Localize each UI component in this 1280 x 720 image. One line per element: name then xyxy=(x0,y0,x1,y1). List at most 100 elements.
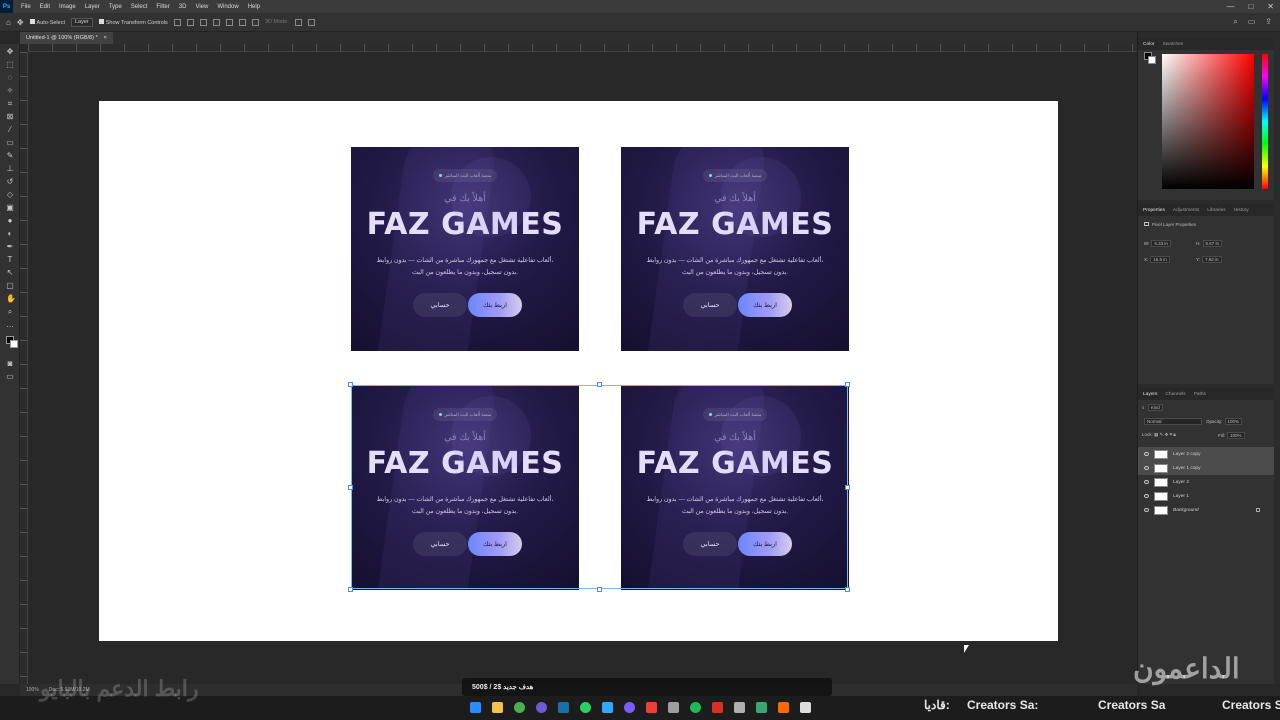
menu-edit[interactable]: Edit xyxy=(40,4,50,10)
y-value[interactable]: 7.92 in xyxy=(1202,256,1222,263)
lock-icons[interactable]: ▦ ✎ ✥ ⌗ 🔒︎ xyxy=(1154,432,1176,437)
transform-handle-bottom-center[interactable] xyxy=(597,587,602,592)
close-tab-icon[interactable]: × xyxy=(104,35,107,41)
opacity-control[interactable]: Opacity: 100% xyxy=(1206,418,1243,425)
x-value[interactable]: 16.5 in xyxy=(1150,256,1170,263)
visibility-eye-icon[interactable] xyxy=(1144,494,1149,498)
chrome-alt-icon[interactable] xyxy=(646,702,657,713)
close-button[interactable]: ✕ xyxy=(1267,2,1274,11)
background-swatch[interactable] xyxy=(1148,56,1156,64)
crop-tool-icon[interactable]: ⌗ xyxy=(6,100,14,108)
kind-filter[interactable]: ⌕ Kind xyxy=(1142,404,1163,411)
transform-handle-middle-left[interactable] xyxy=(348,485,353,490)
steam-icon[interactable] xyxy=(558,702,569,713)
history-brush-tool-icon[interactable]: ↺ xyxy=(6,178,14,186)
horizontal-ruler[interactable] xyxy=(28,44,1137,52)
layer-row[interactable]: Layer 1 xyxy=(1138,489,1274,503)
auto-select-checkbox[interactable]: Auto-Select xyxy=(29,18,65,26)
spotify-icon[interactable] xyxy=(690,702,701,713)
background-color-icon[interactable] xyxy=(10,340,18,348)
layer-name[interactable]: Layer 1 copy xyxy=(1173,466,1200,471)
search-icon[interactable]: ⌕ xyxy=(1233,17,1237,27)
width-value[interactable]: 6.33 in xyxy=(1151,240,1171,247)
blur-tool-icon[interactable]: ● xyxy=(6,217,14,225)
app-orange-icon[interactable] xyxy=(778,702,789,713)
menu-select[interactable]: Select xyxy=(131,4,148,10)
minimize-button[interactable]: — xyxy=(1226,2,1234,11)
tab-history[interactable]: History xyxy=(1234,208,1249,213)
workspace-icon[interactable]: ▭ xyxy=(1248,17,1256,27)
path-selection-tool-icon[interactable]: ↖ xyxy=(6,269,14,277)
transform-handle-top-right[interactable] xyxy=(845,382,850,387)
transform-controls-checkbox[interactable]: Show Transform Controls xyxy=(98,18,168,26)
3d-rotate-icon[interactable] xyxy=(294,18,302,26)
move-tool-icon[interactable]: ✥ xyxy=(17,18,24,27)
y-field[interactable]: Y: 7.92 in xyxy=(1196,256,1222,263)
share-icon[interactable]: ⇪ xyxy=(1265,17,1272,27)
healing-tool-icon[interactable]: ▭ xyxy=(6,139,14,147)
app-box-icon[interactable] xyxy=(734,702,745,713)
layer-row[interactable]: Layer 2 xyxy=(1138,475,1274,489)
eyedropper-tool-icon[interactable]: ⁄ xyxy=(6,126,14,134)
type-tool-icon[interactable]: T xyxy=(6,256,14,264)
move-tool-icon[interactable]: ✥ xyxy=(6,48,14,56)
app-red-icon[interactable] xyxy=(712,702,723,713)
tab-layers[interactable]: Layers xyxy=(1143,392,1157,397)
menu-help[interactable]: Help xyxy=(248,4,260,10)
tab-paths[interactable]: Paths xyxy=(1194,392,1206,397)
transform-handle-middle-right[interactable] xyxy=(845,485,850,490)
height-field[interactable]: H: 5.67 in xyxy=(1196,240,1223,247)
visibility-eye-icon[interactable] xyxy=(1144,480,1149,484)
tab-adjustments[interactable]: Adjustments xyxy=(1173,208,1199,213)
tab-swatches[interactable]: Swatches xyxy=(1162,42,1183,47)
more-tools-icon[interactable]: … xyxy=(6,321,14,329)
quick-mask-icon[interactable]: ◙ xyxy=(6,360,14,368)
tab-channels[interactable]: Channels xyxy=(1165,392,1185,397)
transform-bounding-box[interactable] xyxy=(351,385,848,589)
maximize-button[interactable]: □ xyxy=(1248,2,1253,11)
browser-icon[interactable] xyxy=(536,702,547,713)
fill-control[interactable]: Fill: 100% xyxy=(1218,432,1245,439)
align-center-icon[interactable] xyxy=(186,18,194,26)
layer-name[interactable]: Layer 1 xyxy=(1173,494,1189,499)
document-tab[interactable]: Untitled-1 @ 100% (RGB/8) * × xyxy=(20,32,113,44)
lasso-tool-icon[interactable]: ◌ xyxy=(6,74,14,82)
screen-mode-icon[interactable]: ▭ xyxy=(6,373,14,381)
app-green-icon[interactable] xyxy=(756,702,767,713)
whatsapp-icon[interactable] xyxy=(580,702,591,713)
shape-tool-icon[interactable]: ▢ xyxy=(6,282,14,290)
faz-games-card-2[interactable]: منصة ألعاب البث المباشر أهلاً بك في FAZ … xyxy=(621,147,849,351)
frame-tool-icon[interactable]: ⊠ xyxy=(6,113,14,121)
width-field[interactable]: W: 6.33 in xyxy=(1144,240,1171,247)
transform-handle-top-left[interactable] xyxy=(348,382,353,387)
brush-tool-icon[interactable]: ✎ xyxy=(6,152,14,160)
align-top-icon[interactable] xyxy=(212,18,220,26)
tab-color[interactable]: Color xyxy=(1143,42,1154,47)
windows-start-icon[interactable] xyxy=(470,702,481,713)
app-font-icon[interactable] xyxy=(800,702,811,713)
layer-row[interactable]: Layer 1 copy xyxy=(1138,461,1274,475)
settings-icon[interactable] xyxy=(668,702,679,713)
menu-type[interactable]: Type xyxy=(109,4,122,10)
layer-row[interactable]: Layer 2 copy xyxy=(1138,447,1274,461)
tab-libraries[interactable]: Libraries xyxy=(1207,208,1225,213)
visibility-eye-icon[interactable] xyxy=(1144,508,1149,512)
menu-window[interactable]: Window xyxy=(217,4,238,10)
home-icon[interactable]: ⌂ xyxy=(6,18,11,27)
x-field[interactable]: X: 16.5 in xyxy=(1144,256,1170,263)
distribute-icon[interactable] xyxy=(251,18,259,26)
menu-layer[interactable]: Layer xyxy=(85,4,100,10)
stamp-tool-icon[interactable]: ⊥ xyxy=(6,165,14,173)
menu-file[interactable]: File xyxy=(21,4,31,10)
photoshop-icon[interactable] xyxy=(602,702,613,713)
visibility-eye-icon[interactable] xyxy=(1144,466,1149,470)
hue-slider[interactable] xyxy=(1262,54,1268,189)
align-left-icon[interactable] xyxy=(173,18,181,26)
chrome-icon[interactable] xyxy=(514,702,525,713)
photoshop-logo-icon[interactable]: Ps xyxy=(0,0,13,13)
zoom-tool-icon[interactable]: ⌕ xyxy=(6,308,14,316)
eraser-tool-icon[interactable]: ◇ xyxy=(6,191,14,199)
tab-properties[interactable]: Properties xyxy=(1143,208,1165,213)
align-right-icon[interactable] xyxy=(199,18,207,26)
transform-handle-bottom-right[interactable] xyxy=(845,587,850,592)
